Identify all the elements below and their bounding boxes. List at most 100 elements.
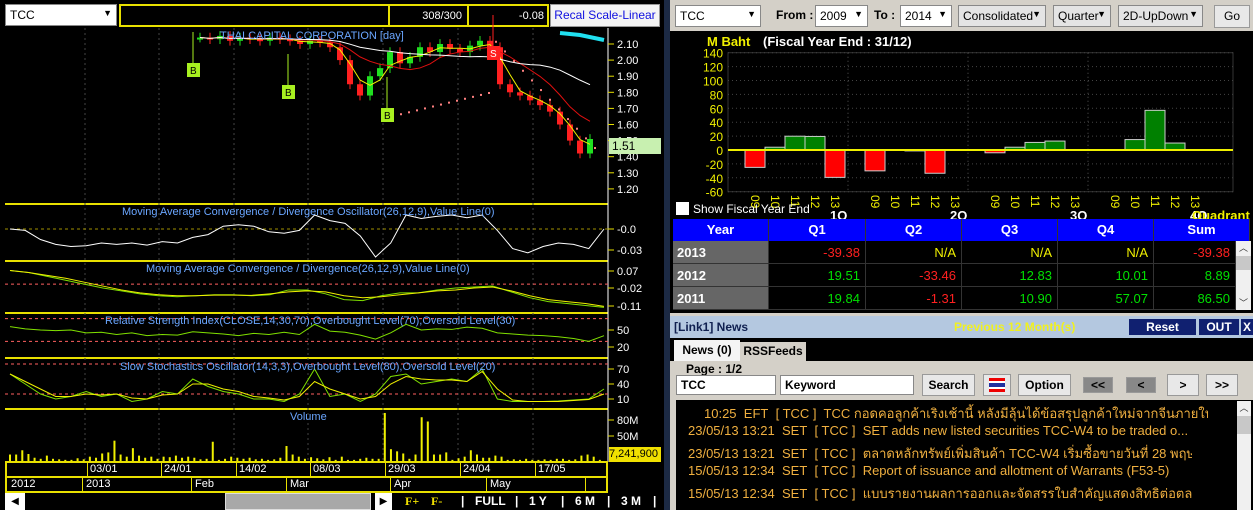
news-headline: แบบรายงานผลการออกและจัดสรรใบสำคัญแสดงสิท… [862,486,1192,501]
price-tick-label: 1.90 [617,71,638,83]
month-label: May [490,478,511,490]
stochastic-label: Slow Stochastics Oscillator(14,3,3),Over… [120,361,496,373]
scroll-left-button[interactable]: ◀ [5,493,25,510]
scroll-right-button[interactable]: ▶ [375,493,392,510]
keyword-input[interactable]: Keyword [780,375,914,395]
first-page-button[interactable]: << [1083,377,1113,393]
price-tick-label: 1.20 [617,184,638,196]
news-tabbar: News (0) RSSFeeds [670,338,1253,361]
table-cell: 8.89 [1154,264,1236,287]
column-header[interactable]: Q2 [866,219,962,241]
profit-bar [1024,141,1046,151]
news-time: 15/05/13 12:34 [688,463,775,478]
show-fye-checkbox[interactable] [676,202,689,215]
sar-dot [400,113,402,116]
close-icon[interactable]: X [1241,319,1253,335]
language-flag-button[interactable] [983,374,1011,396]
sar-dot [464,97,466,100]
search-button[interactable]: Search [922,374,975,396]
news-symbol-input[interactable]: TCC [676,375,776,395]
y-tick-label: 120 [703,61,723,75]
month-label: 2013 [86,478,111,490]
rsi-tick-label: 50 [617,325,629,337]
news-headline: Report of issuance and allotment of Warr… [862,463,1170,478]
range-1y-button[interactable]: 1 Y [529,494,561,510]
rsi-label: Relative Strength Index(CLOSE,14,30,70),… [105,315,516,327]
date-label: 03/01 [90,463,118,475]
news-scrollbar[interactable]: ︿ [1237,401,1251,510]
column-header[interactable]: Year [673,219,769,241]
volume-bar [131,448,134,462]
sar-dot [513,60,515,63]
news-symbol: [ TCC ] [775,406,817,421]
range-full-button[interactable]: FULL [475,494,515,510]
fundamental-panel: TCC ▼ From : 2009 ▼ To : 2014 ▼ Consolidate… [670,0,1253,510]
sar-dot [504,50,506,53]
news-item[interactable]: 10:25 EFT [ TCC ] TCC กอดคอลูกค้าเริงเช้… [704,403,1208,424]
date-label: 24/04 [463,463,491,475]
zoom-out-button[interactable]: F- [431,494,461,510]
table-year-cell: 2012 [673,264,769,287]
year-tick-label: 10 [1008,195,1022,209]
news-item[interactable]: 23/05/13 13:21 SET [ TCC ] SET adds new … [688,423,1192,438]
column-header[interactable]: Q1 [769,219,866,241]
ma-band-line [559,31,605,42]
stoch-tick-label: 10 [617,394,629,406]
year-tick-label: 09 [1108,195,1122,209]
y-tick-label: 140 [703,47,723,61]
stoch-tick-label: 40 [617,379,629,391]
month-label: 2012 [11,478,36,490]
year-tick-label: 11 [1028,195,1042,208]
date-label: 17/05 [538,463,566,475]
zoom-in-button[interactable]: F+ [405,494,431,510]
profit-bar [1164,142,1186,151]
profit-bar [744,149,766,168]
news-item[interactable]: 15/05/13 12:34 SET [ TCC ] Report of iss… [688,463,1192,478]
macd-osc-tick-label: -0.03 [617,245,642,257]
profit-bar [1044,140,1066,151]
stoch-tick-label: 70 [617,364,629,376]
sar-dot [594,147,596,150]
news-item[interactable]: 15/05/13 12:34 SET [ TCC ] แบบรายงานผลกา… [688,483,1192,504]
profit-bar [1124,139,1146,151]
tab-rssfeeds[interactable]: RSSFeeds [740,342,806,361]
column-header[interactable]: Q4 [1058,219,1154,241]
tab-news[interactable]: News (0) [674,340,740,361]
price-tick-label: 1.80 [617,87,638,99]
sar-dot [585,137,587,140]
table-cell: -1.31 [866,287,962,310]
range-6m-button[interactable]: 6 M [575,494,607,510]
scroll-up-icon[interactable]: ︿ [1236,241,1251,254]
news-source: SET [781,463,808,478]
news-scrollbar-thumb[interactable] [1237,416,1251,434]
scrollbar-thumb[interactable] [225,493,371,510]
last-price-marker: 1.51 [609,138,661,154]
news-period[interactable]: Previous 12 Month(s) [954,320,1075,334]
range-3m-button[interactable]: 3 M [621,494,653,510]
scroll-up-icon[interactable]: ︿ [1237,401,1251,414]
technical-chart-canvas: 2.102.001.901.801.701.601.501.401.301.20… [5,15,642,462]
news-item[interactable]: 23/05/13 13:21 SET [ TCC ] ตลาดหลักทรัพย… [688,443,1192,464]
table-scrollbar-thumb[interactable] [1236,256,1251,270]
year-tick-label: 13 [828,195,842,209]
volume-tick-label: 80M [617,415,638,427]
macd-oscillator-label: Moving Average Convergence / Divergence … [122,206,495,218]
ma-long-line [199,37,591,86]
news-symbol: [ TCC ] [814,486,856,501]
chart-title: THAI CAPITAL CORPORATION [day] [220,30,404,42]
next-page-button[interactable]: > [1167,374,1199,396]
reset-button[interactable]: Reset [1129,319,1196,335]
year-tick-label: 10 [888,195,902,209]
last-page-button[interactable]: >> [1206,374,1238,396]
news-time: 10:25 [704,406,737,421]
prev-page-button[interactable]: < [1126,377,1156,393]
option-button[interactable]: Option [1018,374,1071,396]
scroll-down-icon[interactable]: ﹀ [1236,296,1251,309]
column-header[interactable]: Sum [1154,219,1250,241]
stoch-d-line [9,370,605,402]
y-tick-label: 0 [716,144,723,158]
news-source: SET [781,446,808,461]
table-scrollbar[interactable]: ︿ ﹀ [1236,241,1251,310]
column-header[interactable]: Q3 [962,219,1058,241]
out-button[interactable]: OUT [1199,319,1239,335]
